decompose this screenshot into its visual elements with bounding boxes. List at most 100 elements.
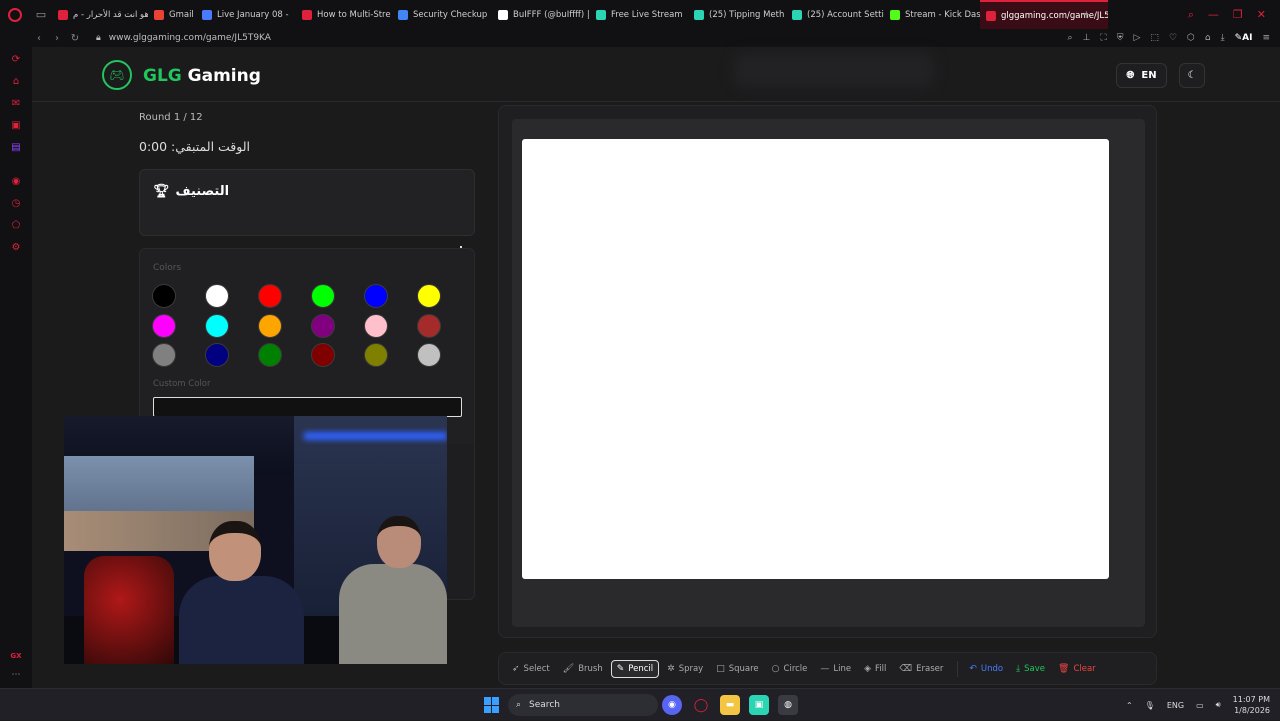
extensions-sidebar-icon[interactable]: ⬠ [10,220,22,232]
color-swatch[interactable] [152,284,176,308]
color-swatch[interactable] [417,284,441,308]
color-swatch[interactable] [364,313,388,338]
shield-icon[interactable]: ⛨ [1117,33,1124,43]
square-tool-button[interactable]: □ Square [711,660,763,678]
eraser-tool-button[interactable]: ⌫ Eraser [894,660,948,678]
browser-tab[interactable]: (25) Tipping Meth [688,0,786,29]
color-swatch[interactable] [417,343,441,367]
display-icon[interactable]: ▭ [1196,701,1204,710]
heart-icon[interactable]: ♡ [1169,33,1177,43]
play-icon[interactable]: ▷ [1134,33,1141,43]
minimize-icon[interactable]: — [1208,8,1219,21]
pin-icon[interactable]: ⊥ [1083,33,1091,43]
discord-icon[interactable]: ◉ [662,695,682,715]
ai-button[interactable]: ✎AI [1235,33,1253,43]
snapshot-icon[interactable]: ⛶ [1100,33,1106,43]
speaker-icon[interactable]: 🔊︎ [1216,700,1221,710]
colors-label: Colors [153,263,182,273]
browser-tab[interactable]: Stream - Kick Das [884,0,980,29]
new-tab-icon[interactable]: + [1082,8,1091,21]
browser-tab[interactable]: How to Multi-Stre [296,0,392,29]
news-icon[interactable]: ▣ [10,120,22,132]
opera-gx-taskbar-icon[interactable]: ◯ [691,695,711,715]
color-swatch[interactable] [311,343,335,367]
globe-icon: 🌐︎ [1126,70,1135,81]
color-swatch[interactable] [205,284,229,308]
workspaces-icon[interactable]: ▭ [30,0,52,29]
brush-tool-button[interactable]: 🖌︎ Brush [558,660,608,678]
player-icon[interactable]: ◉ [10,176,22,188]
taskbar-search[interactable]: ⌕ Search [508,694,658,716]
site-brand[interactable]: GLG Gaming [143,66,261,86]
taskbar-clock[interactable]: 11:07 PM 1/8/2026 [1233,694,1270,716]
extensions-icon[interactable]: ⬡ [1187,33,1195,43]
color-swatch[interactable] [311,284,335,308]
fill-tool-button[interactable]: ◈ Fill [859,660,891,678]
color-swatch[interactable] [205,313,229,338]
streamlabs-icon[interactable]: ▣ [749,695,769,715]
color-swatch[interactable] [417,313,441,338]
twitch-icon[interactable]: ▤ [10,142,22,154]
download-icon[interactable]: ⤓ [1221,33,1225,43]
back-icon[interactable]: ‹ [30,33,48,44]
bookmark-icon[interactable]: ⬚ [1150,33,1159,43]
trash-icon: 🗑︎ [1058,663,1070,674]
browser-tab[interactable]: Gmail [148,0,196,29]
input-language[interactable]: ENG [1167,701,1184,710]
messenger-icon[interactable]: ✉ [10,98,22,110]
reload-icon[interactable]: ↻ [66,33,84,44]
color-swatch[interactable] [152,313,176,338]
spray-tool-button[interactable]: ✲ Spray [662,660,708,678]
tab-label: (25) Account Setti [807,9,884,20]
browser-tab[interactable]: Free Live Stream [590,0,688,29]
close-icon[interactable]: ✕ [1257,8,1266,21]
circle-tool-button[interactable]: ○ Circle [767,660,813,678]
file-explorer-icon[interactable]: ▬ [720,695,740,715]
browser-tab[interactable]: Security Checkup [392,0,492,29]
color-swatch-grid [152,284,441,367]
custom-color-input[interactable] [153,397,462,417]
speed-dial-icon[interactable]: ⟳ [10,54,22,66]
forward-icon[interactable]: › [48,33,66,44]
select-tool-button[interactable]: ➶ Select [507,660,555,678]
color-swatch[interactable] [364,284,388,308]
theme-toggle-button[interactable]: ☾ [1179,63,1205,88]
drawing-canvas[interactable] [522,139,1109,579]
browser-tab[interactable]: BuIFFF (@buIffff) | [492,0,590,29]
gamepad-icon[interactable]: 🎮︎ [102,60,132,90]
obs-icon[interactable]: ◍ [778,695,798,715]
url-field[interactable]: www.glggaming.com/game/JL5T9KA [109,33,271,43]
opera-logo-icon[interactable] [0,0,30,29]
windows-start-icon[interactable] [484,697,500,713]
browser-tab[interactable]: Live January 08 - [196,0,296,29]
color-swatch[interactable] [258,313,282,338]
undo-button[interactable]: ↶ Undo [964,660,1008,678]
tab-favicon-icon [986,10,996,21]
wallet-icon[interactable]: ⌂ [1205,33,1211,43]
chevron-up-icon[interactable]: ⌃ [1126,701,1133,710]
color-swatch[interactable] [258,343,282,367]
menu-icon[interactable]: ≡ [1262,33,1270,43]
color-swatch[interactable] [364,343,388,367]
gx-control-icon[interactable]: ⌂ [10,76,22,88]
more-icon[interactable]: ⋯ [12,670,21,680]
line-tool-button[interactable]: — Line [815,660,856,678]
pencil-tool-button[interactable]: ✎ Pencil [610,659,660,678]
clear-button[interactable]: 🗑︎ Clear [1053,660,1101,678]
language-button[interactable]: 🌐︎ EN [1116,63,1167,88]
settings-icon[interactable]: ⚙ [10,242,22,254]
save-button[interactable]: ⤓ Save [1011,660,1050,678]
history-icon[interactable]: ◷ [10,198,22,210]
color-swatch[interactable] [152,343,176,367]
microphone-icon[interactable]: 🎙︎ [1145,701,1155,710]
undo-icon: ↶ [969,663,977,674]
browser-tab[interactable]: هو انت قد الأحرار - م [52,0,148,29]
browser-tab[interactable]: (25) Account Setti [786,0,884,29]
color-swatch[interactable] [311,313,335,338]
color-swatch[interactable] [205,343,229,367]
search-tabs-icon[interactable]: ⌕ [1188,8,1194,22]
maximize-icon[interactable]: ❐ [1233,8,1243,21]
zoom-icon[interactable]: ⌕ [1068,33,1073,43]
color-swatch[interactable] [258,284,282,308]
eraser-label: Eraser [916,663,944,674]
